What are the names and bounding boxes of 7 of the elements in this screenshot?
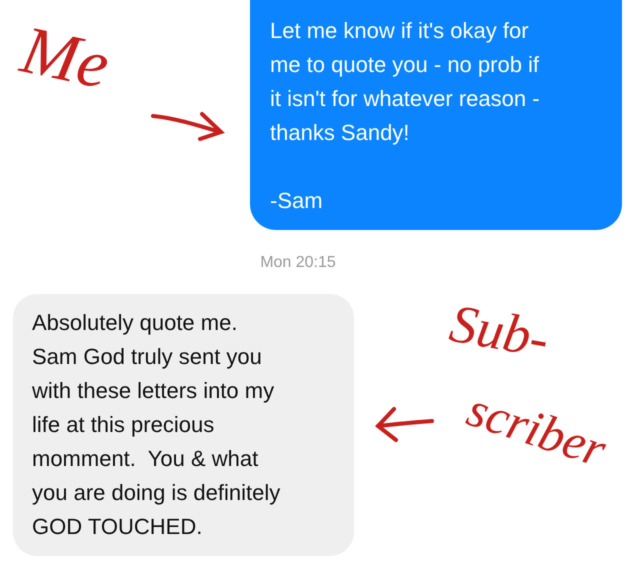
handwritten-note: scriber xyxy=(460,380,614,478)
received-message: Absolutely quote me. Sam God truly sent you with these letters into my life at this precious momment. You & what you are doing is definitely GOD TOUCHED. xyxy=(13,294,354,556)
sent-message: Let me know if it's okay for me to quote you - no prob if it isn't for whatever reason - thanks Sandy! -Sam xyxy=(250,0,622,230)
handwritten-note: Me xyxy=(14,10,116,106)
arrow-icon xyxy=(372,404,436,444)
handwritten-note: Sub- xyxy=(445,292,554,370)
timestamp: Mon 20:15 xyxy=(260,254,336,272)
